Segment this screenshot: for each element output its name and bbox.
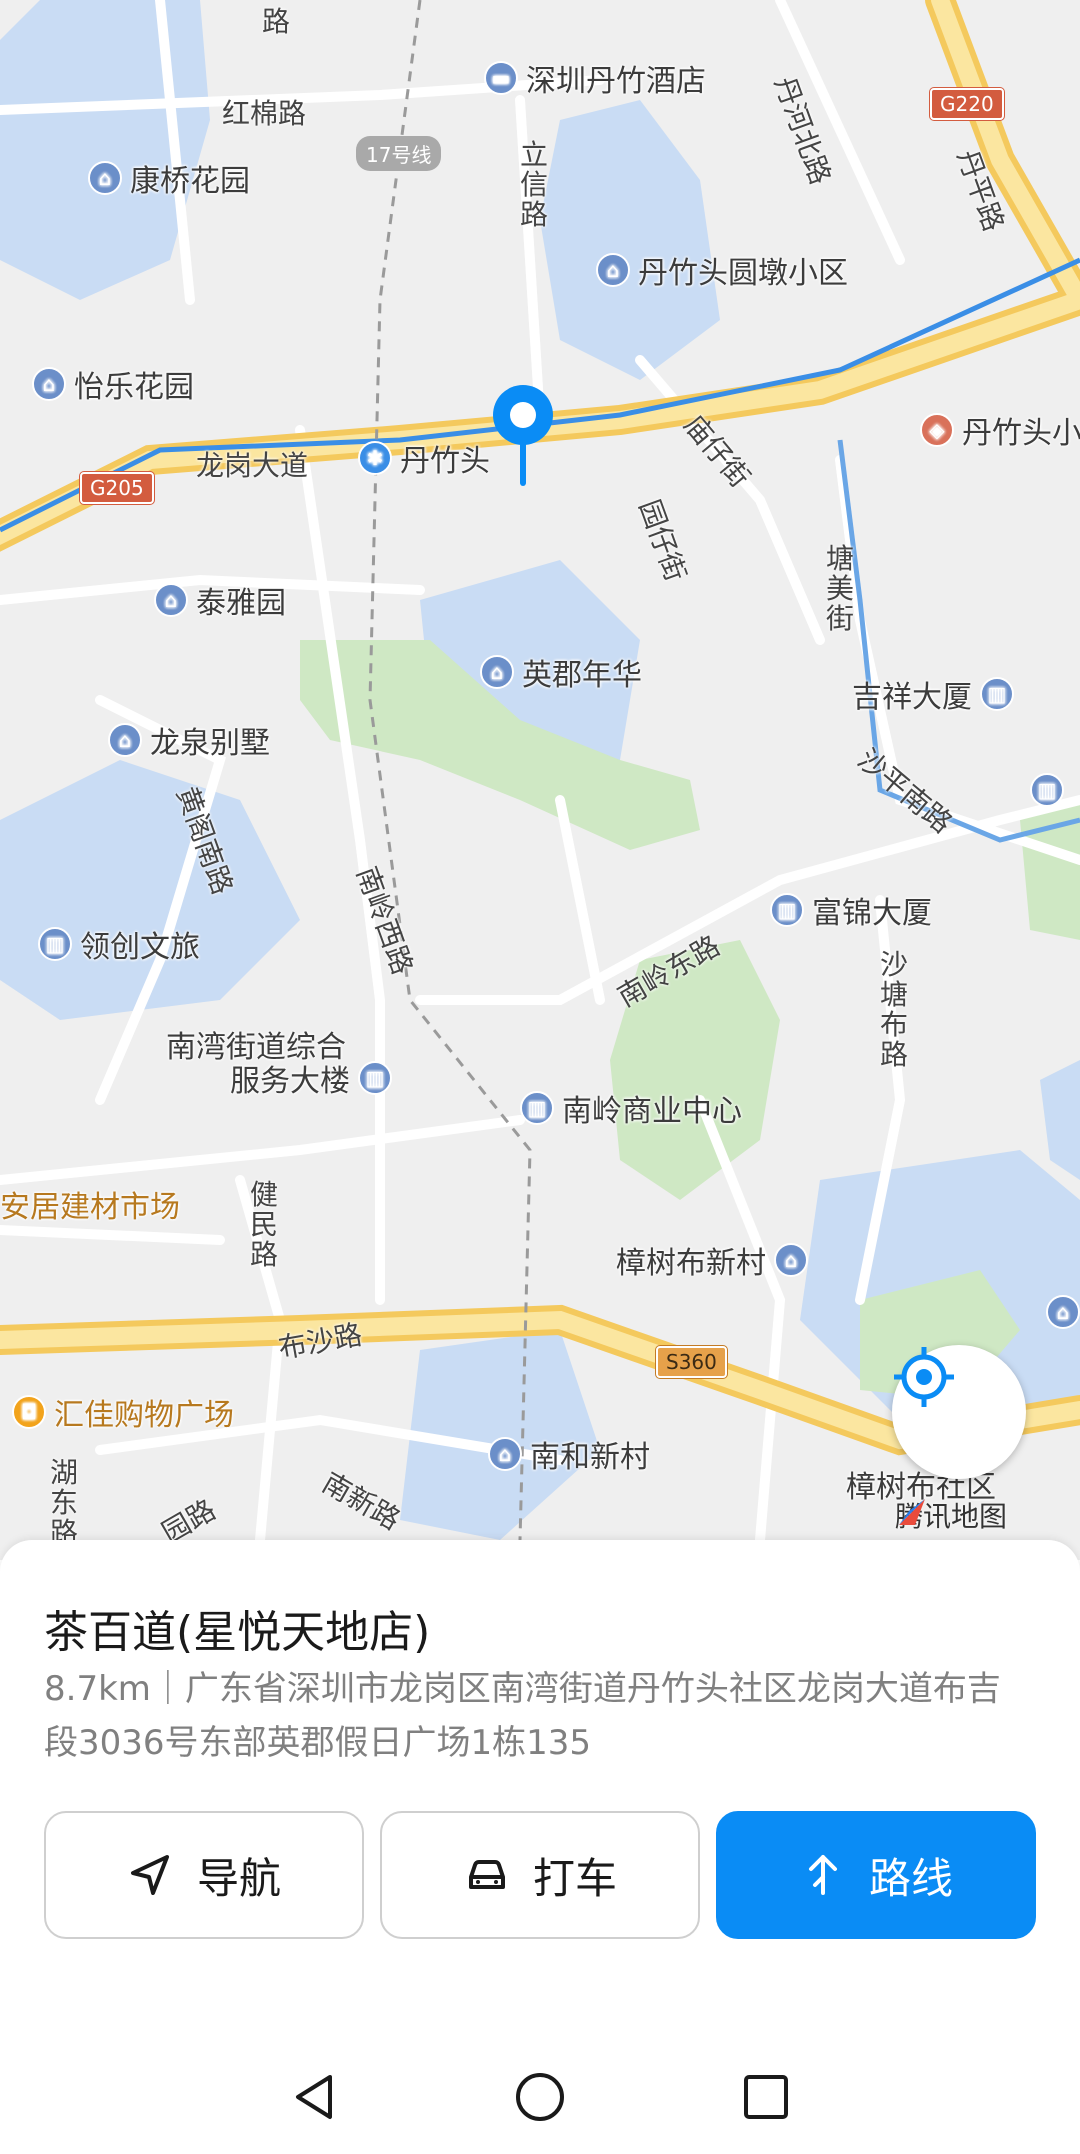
home-icon: ⌂ xyxy=(488,1437,522,1471)
hotel-icon: ▬ xyxy=(484,61,518,95)
navigation-arrow-icon xyxy=(130,1855,169,1895)
road-label: 湖东路 xyxy=(50,1456,79,1549)
home-icon: ⌂ xyxy=(108,723,142,757)
map-poi-metro-station[interactable]: ✱ 丹竹头 xyxy=(358,436,490,480)
map-poi-nanling-center[interactable]: ▥ 南岭商业中心 xyxy=(520,1086,742,1130)
home-icon: ⌂ xyxy=(480,655,514,689)
map-view[interactable]: 路 ▬ 深圳丹竹酒店 红棉路 17号线 ⌂ 康桥花园 立信路 丹河北路 丹平路 … xyxy=(0,0,1080,1560)
map-poi-nanhe[interactable]: ⌂ 南和新村 xyxy=(488,1432,650,1476)
back-icon[interactable] xyxy=(286,2069,342,2125)
map-poi-lingchuang[interactable]: ▥ 领创文旅 xyxy=(38,922,200,966)
taxi-button[interactable]: 打车 xyxy=(380,1811,700,1939)
map-poi-zhangshubu-new[interactable]: 樟树布新村 ⌂ xyxy=(616,1238,808,1282)
home-circle-icon[interactable] xyxy=(512,2069,568,2125)
highway-shield: G220 xyxy=(930,88,1004,120)
location-pin-icon[interactable] xyxy=(488,380,558,490)
map-poi-kangqiao[interactable]: ⌂ 康桥花园 xyxy=(88,156,250,200)
highway-shield: S360 xyxy=(656,1346,727,1378)
place-address: 8.7km｜广东省深圳市龙岗区南湾街道丹竹头社区龙岗大道布吉段3036号东部英郡… xyxy=(44,1669,1001,1763)
route-arrow-icon xyxy=(808,1855,837,1895)
home-icon: ⌂ xyxy=(88,161,122,195)
road-label: 健民路 xyxy=(250,1178,279,1271)
map-poi-danzhutou[interactable]: ◈ 丹竹头小 xyxy=(920,408,1080,452)
road-label: 路 xyxy=(262,5,291,38)
home-icon: ⌂ xyxy=(32,367,66,401)
building-icon: ▥ xyxy=(1030,773,1064,807)
map-poi-jixiang[interactable]: 吉祥大厦 ▥ xyxy=(852,672,1014,716)
home-icon: ⌂ xyxy=(154,583,188,617)
shopping-bag-icon: ◘ xyxy=(12,1395,46,1429)
map-poi-huijia[interactable]: ◘ 汇佳购物广场 xyxy=(12,1390,234,1434)
navigate-button[interactable]: 导航 xyxy=(44,1811,364,1939)
map-poi-yingjun[interactable]: ⌂ 英郡年华 xyxy=(480,650,642,694)
map-provider-logo: 腾讯地图 xyxy=(895,1495,1007,1535)
highway-shield: G205 xyxy=(80,472,154,504)
map-poi-anju[interactable]: 安居建材市场 xyxy=(0,1182,180,1226)
recent-apps-icon[interactable] xyxy=(738,2069,794,2125)
building-icon: ▥ xyxy=(980,677,1014,711)
map-poi-home[interactable]: ⌂ xyxy=(1046,1292,1080,1329)
home-icon: ⌂ xyxy=(596,253,630,287)
building-icon: ▥ xyxy=(770,893,804,927)
place-name: 茶百道(星悦天地店) xyxy=(44,1607,431,1658)
map-poi-yuandun[interactable]: ⌂ 丹竹头圆墩小区 xyxy=(596,248,848,292)
locate-me-button[interactable] xyxy=(892,1345,1026,1479)
map-poi-hotel[interactable]: ▬ 深圳丹竹酒店 xyxy=(484,56,706,100)
route-button[interactable]: 路线 xyxy=(716,1811,1036,1939)
map-poi-yile[interactable]: ⌂ 怡乐花园 xyxy=(32,362,194,406)
system-nav-bar xyxy=(0,2040,1080,2154)
road-label: 立信路 xyxy=(520,138,549,231)
map-poi-taiya[interactable]: ⌂ 泰雅园 xyxy=(154,578,286,622)
metro-icon: ✱ xyxy=(358,441,392,475)
tencent-map-logo-icon xyxy=(899,1499,925,1525)
metro-line-badge: 17号线 xyxy=(356,136,442,171)
building-icon: ▥ xyxy=(358,1061,392,1095)
building-icon: ▥ xyxy=(520,1091,554,1125)
map-poi-building[interactable]: ▥ xyxy=(1030,770,1064,807)
crosshair-icon xyxy=(894,1347,954,1407)
map-poi-nanwan-service[interactable]: 服务大楼 ▥ xyxy=(230,1056,392,1100)
map-poi-fujin[interactable]: ▥ 富锦大厦 xyxy=(770,888,932,932)
map-poi-longquan[interactable]: ⌂ 龙泉别墅 xyxy=(108,718,270,762)
home-icon: ⌂ xyxy=(774,1243,808,1277)
road-label: 龙岗大道 xyxy=(196,449,309,482)
road-label: 红棉路 xyxy=(222,97,307,130)
road-label: 塘美街 xyxy=(826,542,855,635)
school-icon: ◈ xyxy=(920,413,954,447)
home-icon: ⌂ xyxy=(1046,1295,1080,1329)
car-icon xyxy=(468,1860,505,1889)
road-label: 沙塘布路 xyxy=(880,948,909,1071)
building-icon: ▥ xyxy=(38,927,72,961)
